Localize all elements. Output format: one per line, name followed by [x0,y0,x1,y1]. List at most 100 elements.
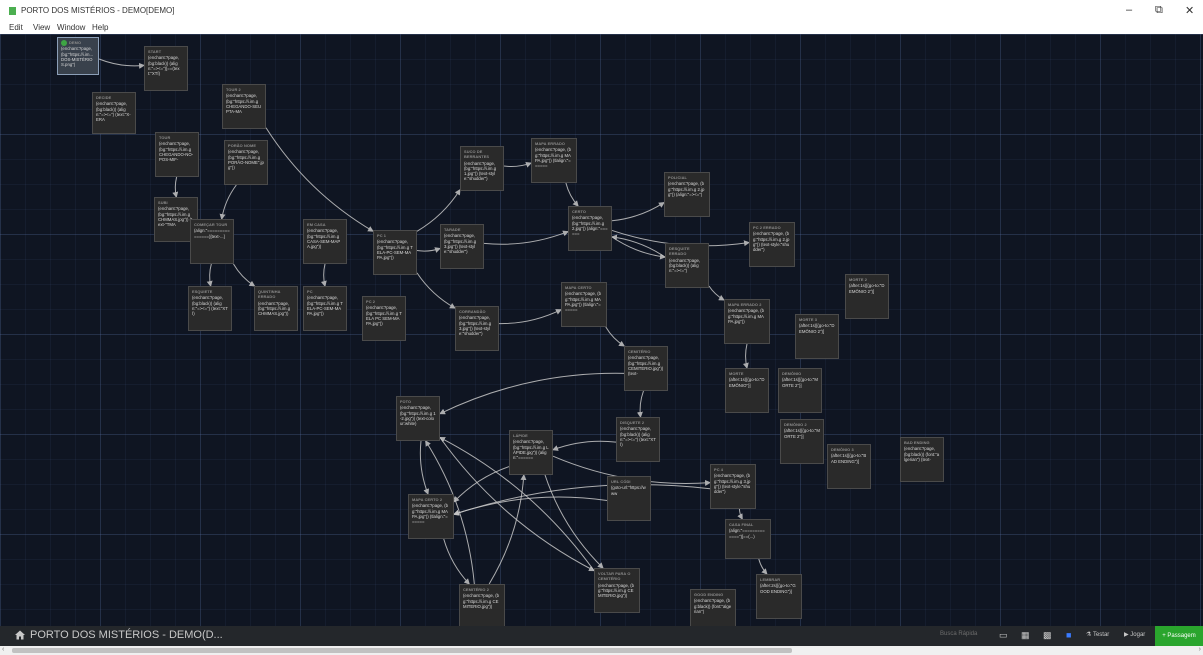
passage-card[interactable]: PC 2 (enchant:?page, (bg:"https://i.im.g … [362,296,406,341]
passage-card[interactable]: LEMBRAR (after:2s)[(go-to:"GOOD ENDING")] [756,574,802,619]
passage-card[interactable]: TARADE (enchant:?page, (bg:"https://i.im.… [440,224,484,269]
menu-view[interactable]: View [33,23,50,32]
scroll-left-icon[interactable]: ‹ [2,646,4,653]
passage-card[interactable]: URL CÓDI (goto-url:"https://www [607,476,651,521]
story-map-canvas[interactable]: DEMO (enchant:?page, (bg:"https://i.im...… [0,34,1203,626]
maximize-button[interactable]: ⧉ [1155,4,1163,17]
passage-excerpt: (enchant:?page, (bg:"https://i.im.g CEMI… [463,593,500,609]
passage-card[interactable]: LÁPIDE (enchant:?page, (bg:"https://i.im.… [509,430,553,475]
passage-card[interactable]: PC 1 (enchant:?page, (bg:"https://i.im.g … [373,230,417,275]
passage-card[interactable]: CERTO (enchant:?page, (bg:"https://i.im.g… [568,206,612,251]
app-icon [9,7,16,15]
menu-window[interactable]: Window [57,23,85,32]
passage-card[interactable]: DEMO (enchant:?page, (bg:"https://i.im...… [57,37,99,75]
passage-card[interactable]: PC 4 (enchant:?page, (bg:"https://i.im.g … [710,464,756,509]
passage-excerpt: (enchant:?page, (bg:"https://i.im.g 2.jp… [668,181,705,197]
passage-card[interactable]: EM CASA (enchant:?page, (bg:"https://i.im… [303,219,347,264]
passage-card[interactable]: MAPA ERRADO 2 (enchant:?page, (bg:"https:… [724,299,770,344]
passage-card[interactable]: DEMÔNIO 2 (after:1s)[(go-to:"MORTE 2")] [780,419,824,464]
passage-card[interactable]: BAD ENDING (enchant:?page, (bg:black)) (f… [900,437,944,482]
passage-name: BAD ENDING [904,440,930,445]
add-passage-button[interactable]: + Passagem [1155,626,1203,646]
passage-card[interactable]: FOTO (enchant:?page, (bg:"https://i.im.g … [396,396,440,441]
passage-name: MAPA ERRADO 2 [728,302,762,307]
passage-card[interactable]: POLICIAL (enchant:?page, (bg:"https://i.i… [664,172,710,217]
passage-card[interactable]: PC (enchant:?page, (bg:"https://i.im.g TE… [303,286,347,331]
passage-excerpt: (enchant:?page, (bg:"https://i.im.g MAPA… [535,147,572,169]
passage-excerpt: (enchant:?page, (bg:"https://i.im.g MAPA… [728,308,765,324]
scroll-thumb[interactable] [12,648,792,653]
zoom-small-icon[interactable]: ■ [1066,630,1071,640]
passage-card[interactable]: PORÃO NOME (enchant:?page, (bg:"https://i… [224,140,268,185]
passage-link [206,263,213,287]
passage-link [439,372,625,415]
passage-card[interactable]: MAPA CERTO 2 (enchant:?page, (bg:"https:/… [408,494,454,539]
quick-find-input[interactable]: Busca Rápida [940,631,977,637]
zoom-medium-icon[interactable]: ▩ [1043,630,1052,641]
passage-card[interactable]: DECIDE (enchant:?page, (bg:black)) (align… [92,92,136,134]
passage-name: VOLTAR PARA O CEMITÉRIO [598,571,631,582]
passage-card[interactable]: START (enchant:?page, (bg:black)) (align:… [144,46,188,91]
passage-link [219,184,237,220]
passage-excerpt: (enchant:?page, (bg:black)) (align:"=><=… [669,257,702,274]
passage-excerpt: (enchant:?page, (bg:"https://i.im.g TELA… [377,239,413,261]
passage-excerpt: (enchant:?page, (bg:"https://i.im.g 2.jp… [753,231,790,253]
home-icon[interactable] [14,629,26,641]
passage-card[interactable]: MORTE 2 (after:1s)[(go-to:"DEMÔNIO 2")] [845,274,889,319]
horizontal-scrollbar[interactable]: ‹ › [0,646,1203,655]
passage-link [742,343,749,369]
passage-link [708,285,725,301]
passage-name: MORTE 3 [799,317,817,322]
passage-name: DEMÔNIO [782,371,802,376]
play-button[interactable]: ▶ Jogar [1124,631,1145,638]
passage-link [758,558,768,575]
passage-name: DESQUITE ERRADO [669,246,690,257]
passage-excerpt: (enchant:?page, (bg:"https://i.im.g 3.jp… [444,233,478,255]
passage-card[interactable]: GOOD ENDING (enchant:?page, (bg:black)) (… [690,589,736,626]
close-button[interactable]: ✕ [1185,4,1194,17]
passage-card[interactable]: MAPA CERTO (enchant:?page, (bg:"https://i… [561,282,607,327]
scroll-right-icon[interactable]: › [1199,646,1201,653]
passage-card[interactable]: CORRANDÃO (enchant:?page, (bg:"https://i.… [455,306,499,351]
passage-card[interactable]: SUCO DE BERRANTES (enchant:?page, (bg:"ht… [460,146,504,191]
passage-card[interactable]: CEMITÉRIO 2 (enchant:?page, (bg:"https://… [459,584,505,626]
passage-name: PORÃO NOME [228,143,257,148]
passage-card[interactable]: QUINTINHA ERRADO (enchant:?page, (bg:"htt… [254,286,298,331]
zoom-passage-icon[interactable]: ▭ [999,630,1008,641]
passage-card[interactable]: MORTE (after:1s)[(go-to:"DEMÔNIO")] [725,368,769,413]
passage-card[interactable]: DESQUITE ERRADO (enchant:?page, (bg:black… [665,243,709,288]
zoom-large-icon[interactable]: ▦ [1021,630,1030,641]
bottom-toolbar: PORTO DOS MISTÉRIOS - DEMO(D... Busca Rá… [0,626,1203,646]
passage-card[interactable]: MAPA ERRADO (enchant:?page, (bg:"https://… [531,138,577,183]
passage-link [419,440,430,495]
passage-excerpt: (after:1s)[(go-to:"MORTE 2")] [782,377,818,388]
passage-excerpt: (enchant:?page, (bg:"https://i.im.g 2.jp… [572,215,608,237]
passage-name: CEMITÉRIO [628,349,651,354]
passage-excerpt: (enchant:?page, (bg:"https://i.im.g CHMM… [158,206,193,228]
passage-link [552,440,617,451]
passage-link [636,390,644,418]
passage-card[interactable]: PC 2 ERRADO (enchant:?page, (bg:"https://… [749,222,795,267]
test-button[interactable]: ⚗ Testar [1086,631,1109,638]
passage-excerpt: (align:"=============")[==(...) [729,528,765,539]
passage-card[interactable]: DEMÔNIO (after:1s)[(go-to:"MORTE 2")] [778,368,822,413]
passage-card[interactable]: CEMITÉRIO (enchant:?page, (bg:"https://i.… [624,346,668,391]
passage-card[interactable]: CASA FINAL (align:"=============")[==(...… [725,519,771,559]
passage-link [320,263,327,287]
passage-card[interactable]: TOUR (enchant:?page, (bg:"https://i.im.g … [155,132,199,177]
passage-name: SUBI [158,200,168,205]
passage-card[interactable]: DISQUETE 2 (enchant:?page, (bg:black)) (a… [616,417,660,462]
menu-edit[interactable]: Edit [9,23,23,32]
menu-help[interactable]: Help [92,23,108,32]
minimize-button[interactable]: – [1126,4,1132,16]
passage-card[interactable]: COMEÇAR TOUR (align:"===============)[tex… [190,219,234,264]
window-title: PORTO DOS MISTÉRIOS - DEMO[DEMO] [21,6,175,15]
passage-card[interactable]: ESQUIETE (enchant:?page, (bg:black)) (ali… [188,286,232,331]
passage-link [488,474,527,585]
passage-card[interactable]: MORTE 3 (after:1s)[(go-to:"DEMÔNIO 2")] [795,314,839,359]
passage-card[interactable]: DEMÔNIO 3 (after:1s)[(go-to:"BAD ENDING")… [827,444,871,489]
passage-name: MORTE 2 [849,277,867,282]
passage-card[interactable]: TOUR 2 (enchant:?page, (bg:"https://i.im.… [222,84,266,129]
passage-link [611,202,665,222]
passage-card[interactable]: VOLTAR PARA O CEMITÉRIO (enchant:?page, (… [594,568,640,613]
